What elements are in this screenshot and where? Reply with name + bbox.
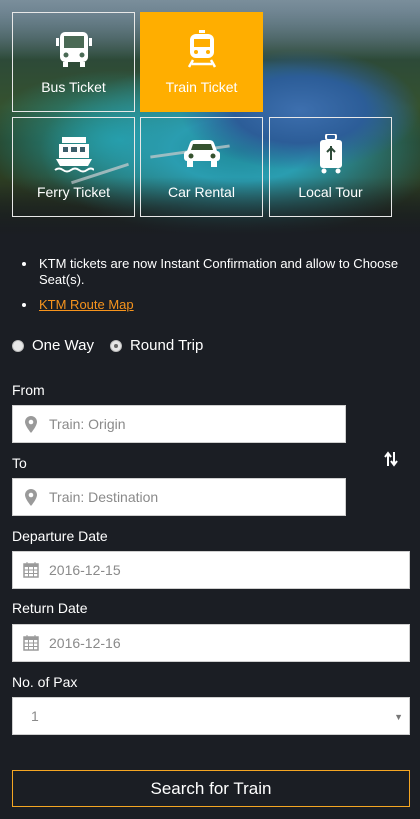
one-way-radio[interactable]: One Way xyxy=(12,337,94,354)
return-date-field[interactable]: 2016-12-16 xyxy=(12,624,410,662)
product-tiles: Bus Ticket Train Ticket Ferry Ticket Car… xyxy=(12,12,393,217)
pax-value: 1 xyxy=(31,708,39,724)
pax-label: No. of Pax xyxy=(12,674,78,690)
swap-stations-icon[interactable] xyxy=(383,451,399,467)
tile-label: Car Rental xyxy=(168,184,235,200)
dropdown-caret-icon: ▼ xyxy=(394,712,403,722)
tile-label: Local Tour xyxy=(298,184,363,200)
train-icon xyxy=(182,29,222,69)
tile-label: Train Ticket xyxy=(165,79,238,95)
destination-placeholder: Train: Destination xyxy=(49,489,159,505)
radio-circle[interactable] xyxy=(12,339,24,352)
tile-bus-ticket[interactable]: Bus Ticket xyxy=(12,12,135,112)
tile-local-tour[interactable]: Local Tour xyxy=(269,117,392,217)
luggage-icon xyxy=(311,134,351,174)
hero-banner: Bus Ticket Train Ticket Ferry Ticket Car… xyxy=(0,0,420,237)
calendar-icon xyxy=(13,635,49,651)
destination-field[interactable]: Train: Destination xyxy=(12,478,346,516)
origin-placeholder: Train: Origin xyxy=(49,416,126,432)
tile-label: Ferry Ticket xyxy=(36,184,111,200)
from-label: From xyxy=(12,382,45,398)
return-date-label: Return Date xyxy=(12,600,88,616)
map-marker-icon xyxy=(13,488,49,506)
notice-list: KTM tickets are now Instant Confirmation… xyxy=(22,256,402,313)
tile-label: Bus Ticket xyxy=(41,79,106,95)
tile-ferry-ticket[interactable]: Ferry Ticket xyxy=(12,117,135,217)
return-date-value: 2016-12-16 xyxy=(49,635,121,651)
pax-select[interactable]: 1 ▼ xyxy=(12,697,410,735)
departure-date-value: 2016-12-15 xyxy=(49,562,121,578)
tile-car-rental[interactable]: Car Rental xyxy=(140,117,263,217)
round-trip-radio[interactable]: Round Trip xyxy=(109,337,204,354)
route-map-link[interactable]: KTM Route Map xyxy=(39,297,134,312)
notice-route-map: KTM Route Map xyxy=(22,297,402,313)
bus-icon xyxy=(54,29,94,69)
round-trip-label: Round Trip xyxy=(129,337,204,354)
map-marker-icon xyxy=(13,415,49,433)
calendar-icon xyxy=(13,562,49,578)
origin-field[interactable]: Train: Origin xyxy=(12,405,346,443)
to-label: To xyxy=(12,455,27,471)
radio-circle[interactable] xyxy=(109,339,122,352)
notice-instant-confirmation: KTM tickets are now Instant Confirmation… xyxy=(22,256,402,288)
ferry-icon xyxy=(53,134,94,174)
departure-date-field[interactable]: 2016-12-15 xyxy=(12,551,410,589)
car-icon xyxy=(182,134,222,174)
search-train-button[interactable]: Search for Train xyxy=(12,770,410,807)
one-way-label: One Way xyxy=(32,337,94,354)
tile-train-ticket[interactable]: Train Ticket xyxy=(140,12,263,112)
departure-date-label: Departure Date xyxy=(12,528,108,544)
trip-type-selector: One Way Round Trip xyxy=(12,337,203,354)
